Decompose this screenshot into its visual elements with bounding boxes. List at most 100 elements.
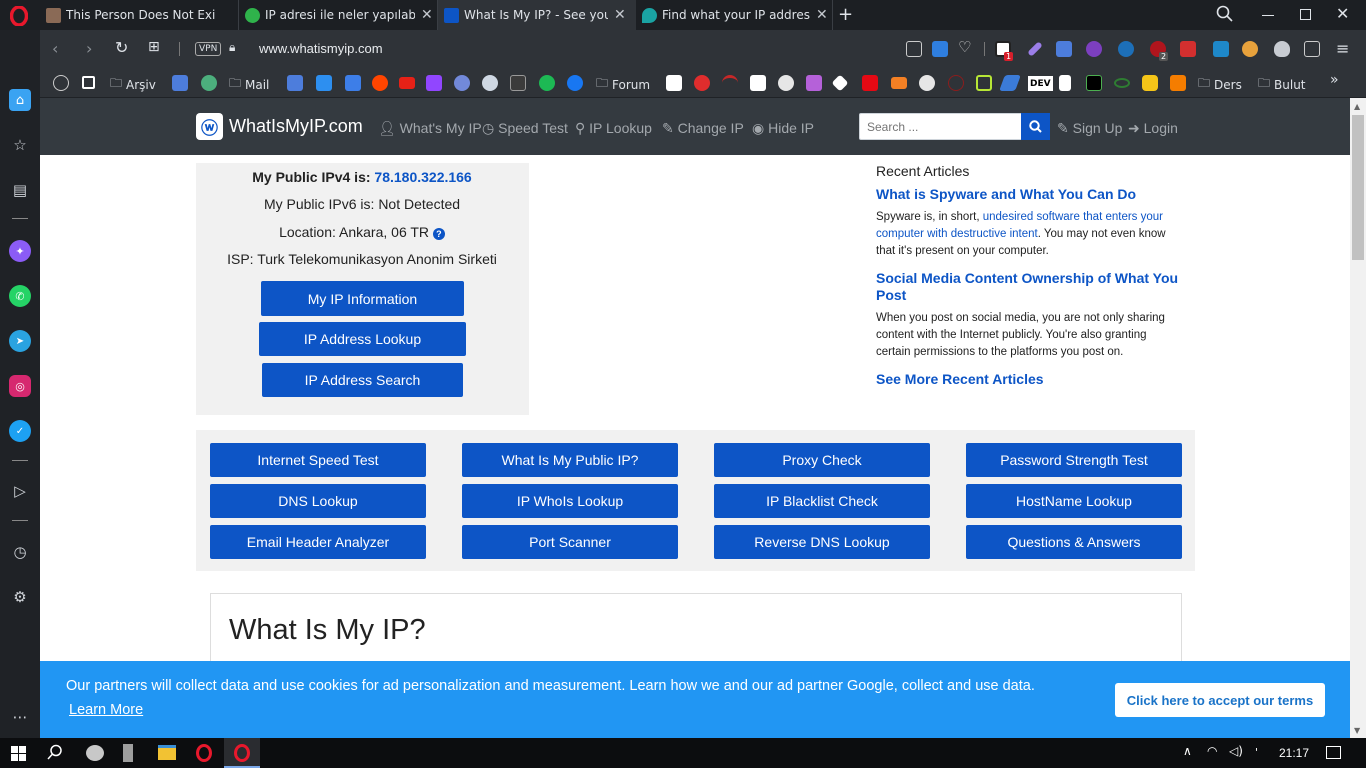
tab-this-person[interactable]: This Person Does Not Exist — [40, 0, 239, 30]
lock-icon[interactable]: 🔒︎ — [229, 40, 235, 55]
bookmark-mail[interactable]: 🗀︎ Mail — [229, 74, 269, 95]
infinity-bm-icon[interactable] — [1114, 78, 1130, 88]
opera-menu-icon[interactable] — [8, 5, 30, 27]
whatsapp-icon[interactable]: ✆ — [9, 285, 31, 307]
search-button[interactable] — [1021, 113, 1050, 140]
heart-icon[interactable]: ♡ — [958, 38, 974, 56]
blogger-bm-icon[interactable] — [1170, 75, 1186, 91]
speed-dial-icon[interactable]: ⌂ — [9, 89, 31, 111]
see-more-articles-link[interactable]: See More Recent Articles — [876, 371, 1186, 388]
translate-bm-icon[interactable] — [172, 75, 188, 91]
ip-address-lookup-button[interactable]: IP Address Lookup — [259, 322, 466, 356]
doc-bm-icon[interactable] — [1059, 75, 1071, 91]
login-link[interactable]: ➜ Login — [1128, 120, 1178, 137]
easy-setup-icon[interactable]: ≡ — [1336, 39, 1349, 58]
scroll-down-arrow[interactable]: ▼ — [1354, 726, 1360, 735]
bookmarks-icon[interactable]: ☆ — [9, 134, 31, 156]
search-input[interactable] — [859, 113, 1022, 140]
bookmark-forum[interactable]: 🗀︎ Forum — [596, 74, 650, 95]
bookmark-bulut[interactable]: 🗀︎ Bulut — [1258, 74, 1306, 95]
bookmarks-more-button[interactable]: » — [1330, 72, 1339, 88]
discord-bm-icon[interactable] — [454, 75, 470, 91]
close-window-icon[interactable]: ✕ — [1336, 4, 1349, 23]
messenger-icon[interactable]: ✦ — [9, 240, 31, 262]
user-icon[interactable] — [1118, 41, 1134, 57]
my-ip-information-button[interactable]: My IP Information — [261, 281, 464, 316]
twitch-bm-icon[interactable] — [426, 75, 442, 91]
translate2-bm-icon[interactable] — [287, 75, 303, 91]
page-scrollbar[interactable]: ▲ ▼ — [1350, 98, 1366, 738]
medium-bm-icon[interactable] — [750, 75, 766, 91]
reddit-bm-icon[interactable] — [372, 75, 388, 91]
telegram-icon[interactable]: ➤ — [9, 330, 31, 352]
binance-bm-icon[interactable] — [831, 74, 849, 92]
netflix-bm-icon[interactable] — [862, 75, 878, 91]
forward-icon[interactable]: › — [86, 39, 92, 58]
stackoverflow-bm-icon[interactable] — [891, 77, 907, 89]
red-circle-bm-icon[interactable] — [694, 75, 710, 91]
layers-bm-icon[interactable] — [999, 75, 1021, 91]
translate-icon[interactable] — [1056, 41, 1072, 57]
instagram-icon[interactable]: ◎ — [9, 375, 31, 397]
nav-change-ip[interactable]: ✎ Change IP — [662, 120, 744, 137]
port-scanner-button[interactable]: Port Scanner — [462, 525, 678, 559]
taskbar-search-icon[interactable] — [47, 744, 63, 764]
game-bm-icon[interactable] — [948, 75, 964, 91]
dns-lookup-button[interactable]: DNS Lookup — [210, 484, 426, 518]
github2-bm-icon[interactable] — [919, 75, 935, 91]
scrollbar-thumb[interactable] — [1352, 115, 1364, 260]
epic-bm-icon[interactable] — [510, 75, 526, 91]
taskbar-opera-gx-active[interactable] — [224, 738, 260, 768]
what-is-my-public-ip-button[interactable]: What Is My Public IP? — [462, 443, 678, 477]
hb-bm-icon[interactable] — [1086, 75, 1102, 91]
article-2-title[interactable]: Social Media Content Ownership of What Y… — [876, 270, 1186, 304]
volume-icon[interactable]: ◁) — [1229, 744, 1243, 758]
stack-bm-icon[interactable] — [806, 75, 822, 91]
owl-icon[interactable] — [1242, 41, 1258, 57]
windows-start-icon[interactable] — [11, 746, 26, 761]
close-icon[interactable]: ✕ — [614, 7, 626, 23]
twitter-icon[interactable]: ✓ — [9, 420, 31, 442]
close-icon[interactable]: ✕ — [421, 7, 433, 23]
proxy-check-button[interactable]: Proxy Check — [714, 443, 930, 477]
taskbar-opera-icon[interactable] — [196, 744, 212, 762]
tab-whatismyip[interactable]: What Is My IP? - See your public IP ✕ — [438, 0, 636, 30]
chatgpt-bm-icon[interactable] — [201, 75, 217, 91]
wifi-icon[interactable]: ◠ — [1207, 744, 1217, 758]
tab-find-ip[interactable]: Find what your IP address is ✕ — [636, 0, 833, 30]
questions-answers-button[interactable]: Questions & Answers — [966, 525, 1182, 559]
cube-bm-icon[interactable] — [976, 75, 992, 91]
reload-icon[interactable]: ↻ — [115, 38, 128, 57]
camera-icon[interactable] — [906, 41, 922, 57]
nav-whats-my-ip[interactable]: 👤︎ What's My IP — [378, 120, 482, 137]
ipv4-value[interactable]: 78.180.322.166 — [374, 169, 471, 185]
learn-more-link[interactable]: Learn More — [69, 702, 143, 718]
more-icon[interactable]: ⋯ — [9, 706, 31, 728]
square-icon[interactable] — [82, 76, 95, 89]
bulb-bm-icon[interactable] — [1142, 75, 1158, 91]
hostname-lookup-button[interactable]: HostName Lookup — [966, 484, 1182, 518]
nav-hide-ip[interactable]: ◉ Hide IP — [752, 120, 814, 137]
back-icon[interactable]: ‹ — [52, 39, 58, 58]
stack-icon[interactable] — [53, 75, 69, 91]
bookmark-dev[interactable]: DEV — [1028, 76, 1053, 91]
feather-icon[interactable] — [1027, 41, 1043, 57]
nav-ip-lookup[interactable]: ⚲ IP Lookup — [575, 120, 652, 137]
question-circle-icon[interactable]: ? — [432, 228, 445, 240]
github-bm-icon[interactable] — [778, 75, 794, 91]
reverse-dns-lookup-button[interactable]: Reverse DNS Lookup — [714, 525, 930, 559]
bookmark-arsiv[interactable]: 🗀︎ Arşiv — [110, 74, 156, 95]
calendar-bm-icon[interactable] — [345, 75, 361, 91]
tray-chevron-icon[interactable]: ∧ — [1183, 744, 1192, 758]
password-strength-test-button[interactable]: Password Strength Test — [966, 443, 1182, 477]
accept-terms-button[interactable]: Click here to accept our terms — [1115, 683, 1325, 717]
news-icon[interactable]: ▤ — [9, 179, 31, 201]
notifications-icon[interactable] — [1326, 746, 1341, 759]
signup-link[interactable]: ✎ Sign Up — [1057, 120, 1122, 137]
taskbar-app-speaker-icon[interactable] — [123, 744, 133, 762]
messages-bm-icon[interactable] — [316, 75, 332, 91]
ip-blacklist-check-button[interactable]: IP Blacklist Check — [714, 484, 930, 518]
search-ext-icon[interactable] — [1086, 41, 1102, 57]
dots-ext-icon[interactable] — [1180, 41, 1196, 57]
player-icon[interactable]: ▷ — [9, 480, 31, 502]
